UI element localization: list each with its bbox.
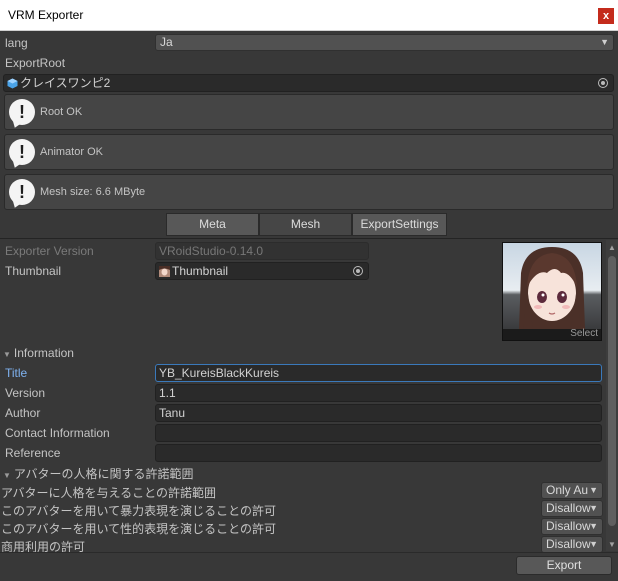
collapse-triangle-icon: ▼ [3,350,11,359]
information-foldout[interactable]: ▼ Information [3,346,74,360]
dropdown-arrow-icon: ▼ [600,37,609,47]
export-button[interactable]: Export [516,556,612,575]
help-message: Mesh size: 6.6 MByte [40,186,146,198]
dropdown-arrow-icon: ▼ [589,503,598,513]
tab-export-settings[interactable]: ExportSettings [352,213,447,236]
scroll-up-icon[interactable]: ▲ [608,243,616,252]
dropdown-arrow-icon: ▼ [589,485,598,495]
warning-icon: ! [9,139,35,165]
exporter-version-field: VRoidStudio-0.14.0 [155,242,369,260]
information-header: Information [13,346,74,360]
export-root-label: ExportRoot [5,56,66,70]
violence-permission-label: このアバターを用いて暴力表現を演じることの許可 [1,504,277,518]
window-title: VRM Exporter [8,8,84,22]
export-root-value: クレイスワンピ2 [20,76,111,90]
permissions-foldout[interactable]: ▼ アバターの人格に関する許諾範囲 [3,465,193,482]
title-input[interactable]: YB_KureisBlackKureis [155,364,602,382]
commercial-permission-value: Disallow [546,537,591,551]
avatar-thumbnail-image [503,243,601,329]
lang-dropdown[interactable]: Ja ▼ [155,34,614,51]
lang-label: lang [5,36,28,50]
version-label: Version [5,386,46,400]
vertical-scrollbar[interactable]: ▲ ▼ [606,240,618,551]
help-message: Root OK [40,106,83,118]
export-root-field[interactable]: クレイスワンピ2 [3,74,614,92]
commercial-permission-dropdown[interactable]: Disallow ▼ [541,536,603,553]
reference-label: Reference [5,446,61,460]
contact-information-input[interactable] [155,424,602,442]
sexual-permission-label: このアバターを用いて性的表現を演じることの許可 [1,522,277,536]
object-picker-icon[interactable] [598,78,608,88]
sexual-permission-value: Disallow [546,519,591,533]
violence-permission-value: Disallow [546,501,591,515]
exporter-version-label: Exporter Version [5,244,94,258]
contact-information-label: Contact Information [5,426,110,440]
close-icon[interactable]: x [598,8,614,24]
personation-permission-label: アバターに人格を与えることの許諾範囲 [1,486,217,500]
personation-permission-dropdown[interactable]: Only Au ▼ [541,482,603,499]
window-titlebar: VRM Exporter x [0,0,618,31]
vrm-object-icon [7,78,18,89]
warning-icon: ! [9,179,35,205]
tab-bar: Meta Mesh ExportSettings [166,213,447,236]
lang-value: Ja [160,35,173,49]
version-input[interactable]: 1.1 [155,384,602,402]
thumbnail-select-label[interactable]: Select [570,328,598,339]
collapse-triangle-icon: ▼ [3,471,11,480]
tab-mesh[interactable]: Mesh [259,213,352,236]
tab-meta[interactable]: Meta [166,213,259,236]
permissions-header: アバターの人格に関する許諾範囲 [13,467,194,481]
help-box-animator: ! Animator OK [4,134,614,170]
author-input[interactable]: Tanu [155,404,602,422]
help-message: Animator OK [40,146,103,158]
reference-input[interactable] [155,444,602,462]
violence-permission-dropdown[interactable]: Disallow ▼ [541,500,603,517]
help-box-root: ! Root OK [4,94,614,130]
thumbnail-field[interactable]: Thumbnail [155,262,369,280]
thumbnail-texture-icon [159,266,170,277]
thumbnail-value: Thumbnail [172,264,229,278]
scrollbar-thumb[interactable] [608,256,616,526]
thumbnail-label: Thumbnail [5,264,62,278]
help-box-mesh-size: ! Mesh size: 6.6 MByte [4,174,614,210]
divider [0,238,618,239]
scroll-down-icon[interactable]: ▼ [608,540,616,549]
author-label: Author [5,406,41,420]
thumbnail-preview[interactable]: Select [502,242,602,341]
title-label: Title [5,366,28,380]
dropdown-arrow-icon: ▼ [589,539,598,549]
dropdown-arrow-icon: ▼ [589,521,598,531]
personation-permission-value: Only Au [546,483,589,497]
warning-icon: ! [9,99,35,125]
sexual-permission-dropdown[interactable]: Disallow ▼ [541,518,603,535]
object-picker-icon[interactable] [353,266,363,276]
